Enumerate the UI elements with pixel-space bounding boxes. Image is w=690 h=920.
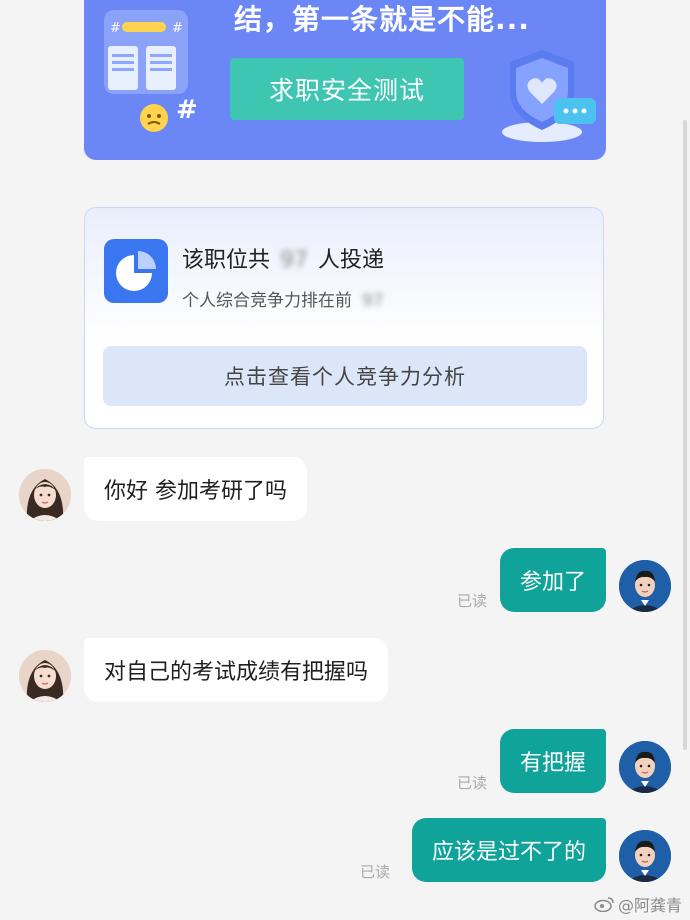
read-status: 已读 <box>457 774 488 792</box>
message-bubble-outgoing[interactable]: 有把握 <box>499 729 606 793</box>
applicants-suffix: 人投递 <box>318 248 385 273</box>
ranking-value: 97 <box>362 291 384 311</box>
applicants-count-text: 该职位共 97 人投递 <box>182 242 384 274</box>
read-status: 已读 <box>360 863 391 881</box>
contact-avatar[interactable] <box>19 469 71 521</box>
message-bubble-outgoing[interactable]: 应该是过不了的 <box>411 818 606 882</box>
ranking-prefix: 个人综合竞争力排在前 <box>182 291 352 311</box>
view-competitiveness-button[interactable]: 点击查看个人竞争力分析 <box>103 346 587 406</box>
svg-text:#: # <box>110 21 121 36</box>
watermark-text: @阿龚青 <box>617 896 682 915</box>
svg-text:#: # <box>172 21 183 36</box>
message-bubble-incoming[interactable]: 你好 参加考研了吗 <box>84 457 307 521</box>
contact-avatar[interactable] <box>19 650 71 702</box>
job-safety-test-button[interactable]: 求职安全测试 <box>230 58 464 120</box>
message-bubble-outgoing[interactable]: 参加了 <box>499 548 606 612</box>
banner-headline: 结，第一条就是不能... <box>234 3 530 36</box>
my-avatar[interactable] <box>619 741 671 793</box>
competitiveness-card: 该职位共 97 人投递 个人综合竞争力排在前 97 点击查看个人竞争力分析 <box>84 207 604 429</box>
applicants-count: 97 <box>280 248 309 273</box>
pie-chart-icon <box>104 239 168 303</box>
watermark: @阿龚青 <box>594 892 682 916</box>
applicants-prefix: 该职位共 <box>182 248 271 273</box>
shield-heart-icon <box>502 50 596 142</box>
message-bubble-incoming[interactable]: 对自己的考试成绩有把握吗 <box>84 638 389 702</box>
documents-illustration-icon: # # # <box>104 10 198 132</box>
my-avatar[interactable] <box>619 560 671 612</box>
read-status: 已读 <box>457 592 488 610</box>
my-avatar[interactable] <box>619 830 671 882</box>
svg-text:#: # <box>176 95 198 125</box>
scrollbar[interactable] <box>683 120 687 750</box>
ranking-text: 个人综合竞争力排在前 97 <box>182 286 394 311</box>
promo-banner[interactable]: # # # 结，第一条就是不能... 求职安全测试 <box>84 0 606 160</box>
weibo-logo-icon <box>594 897 614 912</box>
